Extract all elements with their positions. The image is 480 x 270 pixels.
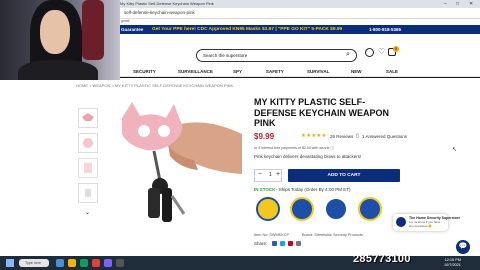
search-placeholder: Search the superstore	[203, 52, 248, 58]
nav-spy[interactable]: SPY	[233, 69, 242, 74]
chat-avatar	[396, 217, 406, 227]
webcam-person-body	[18, 60, 98, 80]
stream-counter: 285773100	[353, 253, 411, 265]
taskbar-app-icon[interactable]	[68, 259, 76, 267]
browser-tab[interactable]: My Kitty Plastic Self-Defense Keychain W…	[120, 1, 214, 6]
close-window-button[interactable]: ✕	[469, 1, 473, 7]
guarantee-badge-icon	[358, 197, 382, 221]
cart-count-badge: 0	[393, 45, 399, 52]
brand-link[interactable]: Brand: Streetwise Security Products	[302, 233, 363, 237]
stock-status: IN STOCK	[254, 187, 276, 192]
nav-surveillance[interactable]: SURVEILLANCE	[178, 69, 213, 74]
thumbnail-down-chevron-icon[interactable]: ⌄	[85, 209, 90, 216]
pinterest-share-icon[interactable]	[288, 240, 293, 246]
chat-launcher-button[interactable]: 💬	[456, 240, 470, 254]
webcam-chair	[82, 0, 104, 60]
taskbar-search[interactable]: Type here	[19, 259, 49, 267]
url-text[interactable]: self-defense-keychain-weapon-pink	[124, 10, 195, 15]
bookmark-gmail[interactable]: gmail	[121, 19, 129, 23]
taskbar-clock[interactable]: 12:15 PM 10/7/2021	[444, 258, 461, 267]
product-title: MY KITTY PLASTIC SELF-DEFENSE KEYCHAIN W…	[254, 97, 390, 128]
phone-number[interactable]: 1-800-818-5365	[369, 27, 401, 32]
answered-questions-link[interactable]: 1 Answered Questions	[362, 134, 407, 139]
question-icon: ▯	[356, 133, 359, 139]
90-day-badge-icon	[256, 197, 280, 221]
item-number: Item No: SWMKKCP	[254, 233, 290, 237]
reviews-link[interactable]: 26 Reviews	[330, 134, 353, 139]
product-description: Pink keychain delivers devastating blows…	[254, 154, 362, 159]
webcam-person-face	[40, 10, 70, 54]
product-thumbnail-4[interactable]	[78, 183, 98, 203]
quantity-decrease-button[interactable]: −	[258, 171, 262, 178]
taskbar-app-icon[interactable]	[80, 259, 88, 267]
sezzle-info[interactable]: or 4 interest-free payments of $2.50 wit…	[254, 146, 334, 151]
minimize-button[interactable]: –	[444, 1, 447, 7]
nav-security[interactable]: SECURITY	[133, 69, 156, 74]
search-icon[interactable]: ⌕	[346, 51, 350, 59]
product-thumbnail-1[interactable]	[78, 108, 98, 128]
rating-stars[interactable]: ★★★★★	[301, 133, 327, 139]
nav-new[interactable]: NEW	[351, 69, 362, 74]
nav-safety[interactable]: SAFETY	[266, 69, 284, 74]
quantity-input[interactable]: 1	[269, 172, 272, 178]
shipping-info: - Ships Today (Order By 4:00 PM ET)	[276, 187, 351, 192]
chat-message: Let us know if you have any questions 😊	[409, 220, 441, 228]
ppe-promo-link[interactable]: Get Your PPE here! CDC Approved KN95 Mas…	[152, 27, 342, 32]
nav-survival[interactable]: SURVIVAL	[307, 69, 329, 74]
taskbar-app-icon[interactable]	[104, 259, 112, 267]
nav-sale[interactable]: SALE	[386, 69, 398, 74]
product-thumbnail-2[interactable]	[78, 133, 98, 153]
maximize-button[interactable]: □	[456, 1, 459, 7]
product-price: $9.99	[254, 132, 275, 141]
facebook-share-icon[interactable]	[272, 240, 277, 246]
breadcrumb[interactable]: HOME > WEAPON > MY KITTY PLASTIC SELF-DE…	[76, 83, 233, 88]
guarantee-link[interactable]: Guarantee	[121, 27, 143, 32]
clock-date: 10/7/2021	[444, 262, 461, 267]
taskbar-app-icon[interactable]	[116, 259, 124, 267]
wishlist-heart-icon[interactable]: ♡	[378, 47, 385, 56]
mouse-cursor-icon: ↖	[452, 147, 458, 153]
share-label: Share:	[254, 241, 268, 246]
twitter-share-icon[interactable]	[280, 240, 285, 246]
free-shipping-badge-icon	[324, 197, 348, 221]
start-menu-icon[interactable]	[6, 259, 14, 267]
taskbar-chrome-icon[interactable]	[92, 259, 100, 267]
taskbar-app-icon[interactable]	[56, 259, 64, 267]
quantity-increase-button[interactable]: +	[276, 171, 280, 178]
price-match-badge-icon	[290, 197, 314, 221]
account-icon[interactable]	[365, 48, 374, 57]
product-thumbnail-3[interactable]	[78, 158, 98, 178]
email-share-icon[interactable]	[296, 240, 301, 246]
clock-time: 12:15 PM	[444, 258, 461, 262]
add-to-cart-button[interactable]: ADD TO CART	[288, 169, 400, 182]
product-main-image[interactable]	[114, 96, 244, 231]
webcam-overlay	[0, 0, 120, 80]
